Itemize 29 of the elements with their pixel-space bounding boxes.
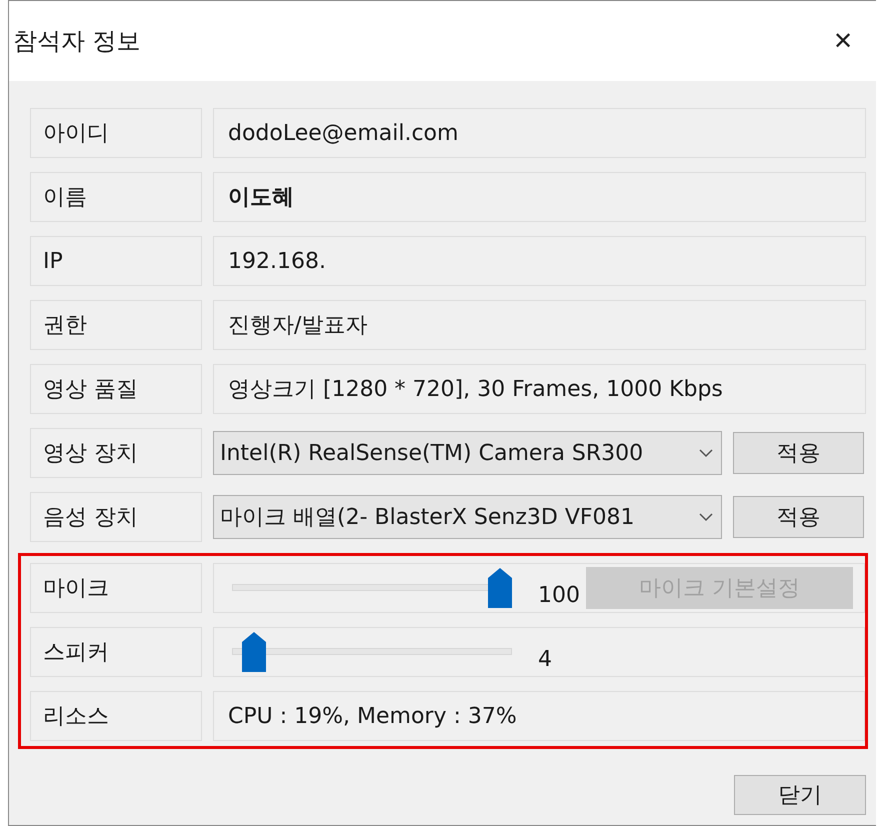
close-button[interactable]: ✕ <box>818 27 868 55</box>
field-label: 아이디 <box>30 108 202 158</box>
field-label: 음성 장치 <box>30 492 202 542</box>
window-title: 참석자 정보 <box>13 26 141 57</box>
field-value: 진행자/발표자 <box>213 300 866 350</box>
field-label: 영상 장치 <box>30 428 202 478</box>
field-label: 리소스 <box>30 691 202 741</box>
field-label: 권한 <box>30 300 202 350</box>
apply-button[interactable]: 적용 <box>733 432 864 474</box>
field-label: IP <box>30 236 202 286</box>
field-label: 스피커 <box>30 627 202 677</box>
field-value: dodoLee@email.com <box>213 108 866 158</box>
device-dropdown[interactable]: Intel(R) RealSense(TM) Camera SR300 <box>213 431 722 475</box>
field-value: 192.168. <box>213 236 866 286</box>
field-label: 마이크 <box>30 563 202 613</box>
volume-slider[interactable] <box>232 632 512 672</box>
field-value: 영상크기 [1280 * 720], 30 Frames, 1000 Kbps <box>213 364 866 414</box>
field-label: 영상 품질 <box>30 364 202 414</box>
field-value: CPU : 19%, Memory : 37% <box>213 691 865 741</box>
close-dialog-button[interactable]: 닫기 <box>734 775 866 815</box>
slider-thumb[interactable] <box>242 632 266 672</box>
device-dropdown[interactable]: 마이크 배열(2- BlasterX Senz3D VF081 <box>213 495 722 539</box>
slider-thumb[interactable] <box>488 568 512 608</box>
field-label: 이름 <box>30 172 202 222</box>
volume-slider[interactable] <box>232 568 512 608</box>
level-reading: 100 <box>538 582 581 608</box>
field-value: 이도혜 <box>213 172 866 222</box>
apply-button[interactable]: 적용 <box>733 496 864 538</box>
level-reading: 4 <box>538 646 553 672</box>
